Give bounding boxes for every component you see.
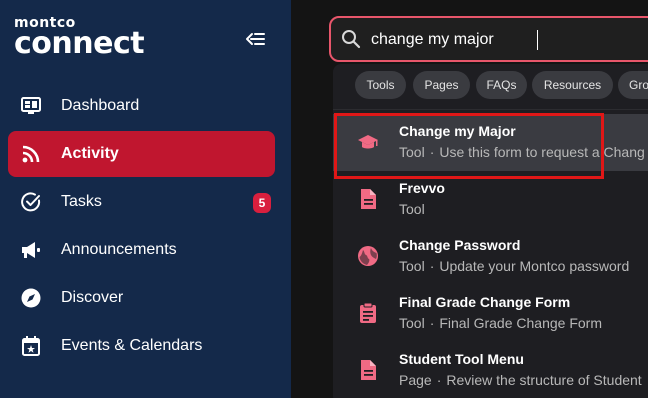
collapse-sidebar-icon[interactable] [243, 28, 267, 50]
search-icon [341, 29, 361, 49]
result-meta: Page · Review the structure of Student [399, 372, 642, 388]
tasks-count-badge: 5 [253, 193, 271, 213]
result-meta: Tool [399, 201, 425, 217]
megaphone-icon [20, 239, 42, 261]
sidebar-item-announcements[interactable]: Announcements [8, 227, 275, 273]
search-box[interactable] [329, 16, 648, 62]
clipboard-icon [357, 302, 379, 324]
sidebar-item-events-calendars[interactable]: Events & Calendars [8, 323, 275, 369]
check-circle-icon [20, 191, 42, 213]
sidebar-item-label: Dashboard [61, 97, 140, 114]
filter-chip-resources[interactable]: Resources [532, 71, 613, 99]
main-area: Tools Pages FAQs Resources Gro Change my… [291, 0, 648, 398]
result-type: Tool [399, 315, 425, 331]
result-type: Page [399, 372, 432, 388]
filter-chip-pages[interactable]: Pages [413, 71, 470, 99]
result-title: Final Grade Change Form [399, 294, 571, 310]
logo-text-bottom: connect [14, 26, 145, 61]
result-item-student-tool-menu[interactable]: Student Tool Menu Page · Review the struct… [333, 342, 648, 398]
result-item-frevvo[interactable]: Frevvo Tool [333, 171, 648, 228]
result-description: Review the structure of Student [446, 372, 642, 388]
document-icon [357, 188, 379, 210]
divider [333, 109, 648, 110]
result-item-final-grade-change-form[interactable]: Final Grade Change Form Tool · Final Grade… [333, 285, 648, 342]
rss-icon [20, 143, 42, 165]
sidebar-item-label: Discover [61, 289, 124, 306]
result-title: Frevvo [399, 180, 445, 196]
document-icon [357, 359, 379, 381]
sidebar-item-discover[interactable]: Discover [8, 275, 275, 321]
result-title: Student Tool Menu [399, 351, 524, 367]
result-description: Final Grade Change Form [439, 315, 602, 331]
result-meta: Tool · Update your Montco password [399, 258, 630, 274]
sidebar-item-tasks[interactable]: Tasks 5 [8, 179, 275, 225]
result-title: Change Password [399, 237, 521, 253]
sidebar-item-label: Tasks [61, 193, 102, 210]
sidebar-item-label: Events & Calendars [61, 337, 203, 354]
montco-connect-logo[interactable]: montco connect [14, 16, 145, 61]
sidebar-item-dashboard[interactable]: Dashboard [8, 83, 275, 129]
result-meta: Tool · Final Grade Change Form [399, 315, 602, 331]
sidebar-item-label: Announcements [61, 241, 177, 258]
filter-chip-tools[interactable]: Tools [355, 71, 406, 99]
sidebar: montco connect Dashboard Activity Tasks … [0, 0, 291, 398]
calendar-icon [20, 335, 42, 357]
filter-chip-groups[interactable]: Gro [618, 71, 648, 99]
search-input[interactable] [371, 28, 648, 52]
result-item-change-password[interactable]: Change Password Tool · Update your Montco … [333, 228, 648, 285]
result-type: Tool [399, 201, 425, 217]
text-caret [537, 30, 538, 50]
sidebar-item-activity[interactable]: Activity [8, 131, 275, 177]
dashboard-icon [20, 95, 42, 117]
sidebar-item-label: Activity [61, 145, 119, 162]
highlight-outline [334, 113, 604, 179]
filter-chip-faqs[interactable]: FAQs [476, 71, 527, 99]
globe-icon [357, 245, 379, 267]
result-type: Tool [399, 258, 425, 274]
compass-icon [20, 287, 42, 309]
result-description: Update your Montco password [439, 258, 630, 274]
